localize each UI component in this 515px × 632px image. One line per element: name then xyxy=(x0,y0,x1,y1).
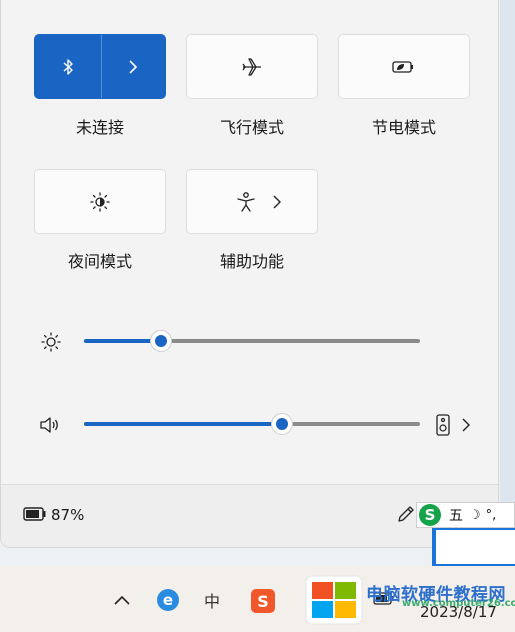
volume-slider[interactable] xyxy=(84,413,420,435)
airplane-icon xyxy=(242,57,261,76)
volume-slider-fill xyxy=(84,422,283,426)
brightness-slider-thumb[interactable] xyxy=(150,330,173,352)
sogou-ime-logo[interactable]: S xyxy=(419,504,441,526)
quick-settings-panel: 未连接 飞行模式 节电模式 夜间模式 辅助功能 87% xyxy=(0,0,499,548)
desktop-window-content xyxy=(436,530,515,564)
tile-label-bluetooth: 未连接 xyxy=(75,118,124,137)
bluetooth-tile[interactable] xyxy=(34,34,166,99)
audio-output-button[interactable] xyxy=(435,413,471,437)
bluetooth-icon xyxy=(63,58,73,75)
windows-logo-watermark xyxy=(305,575,363,625)
ime-mode-label[interactable]: 五 xyxy=(449,505,463,525)
speaker-icon[interactable] xyxy=(38,414,62,436)
night-light-icon xyxy=(90,191,110,212)
edge-icon: e xyxy=(157,589,179,611)
bluetooth-expand-button[interactable] xyxy=(100,35,165,98)
battery-saver-tile[interactable] xyxy=(338,34,470,99)
tile-divider xyxy=(101,35,102,98)
battery-icon[interactable] xyxy=(23,506,47,522)
clock-date[interactable]: 2023/8/17 xyxy=(420,603,497,621)
chevron-up-icon xyxy=(114,595,130,605)
ime-toolbar[interactable]: S 五 ☽ °, xyxy=(416,502,515,528)
pencil-icon[interactable] xyxy=(395,503,417,525)
edge-button[interactable]: e xyxy=(156,588,180,612)
tile-label-battery-saver: 节电模式 xyxy=(371,118,436,137)
sogou-button[interactable]: S xyxy=(250,588,276,614)
night-light-tile[interactable] xyxy=(34,169,166,234)
tile-label-accessibility: 辅助功能 xyxy=(219,252,284,271)
airplane-mode-tile[interactable] xyxy=(186,34,318,99)
brightness-icon xyxy=(39,330,63,354)
chevron-right-icon xyxy=(273,195,281,208)
battery-saver-icon xyxy=(392,60,413,73)
sogou-icon: S xyxy=(251,589,275,613)
audio-output-icon xyxy=(436,414,450,436)
tile-label-night-light: 夜间模式 xyxy=(67,252,132,271)
brightness-slider[interactable] xyxy=(84,330,420,352)
bluetooth-toggle[interactable] xyxy=(35,35,100,98)
show-hidden-icons-button[interactable] xyxy=(110,590,134,610)
ime-punctuation[interactable]: °, xyxy=(486,508,497,523)
input-language-button[interactable]: 中 xyxy=(200,588,224,612)
battery-percent[interactable]: 87% xyxy=(51,506,84,524)
chevron-right-icon xyxy=(462,418,470,432)
tile-label-airplane: 飞行模式 xyxy=(219,118,284,137)
accessibility-icon xyxy=(237,191,255,212)
accessibility-tile[interactable] xyxy=(186,169,318,234)
volume-slider-thumb[interactable] xyxy=(271,413,294,435)
chevron-right-icon xyxy=(128,59,137,74)
moon-icon[interactable]: ☽ xyxy=(469,508,481,523)
